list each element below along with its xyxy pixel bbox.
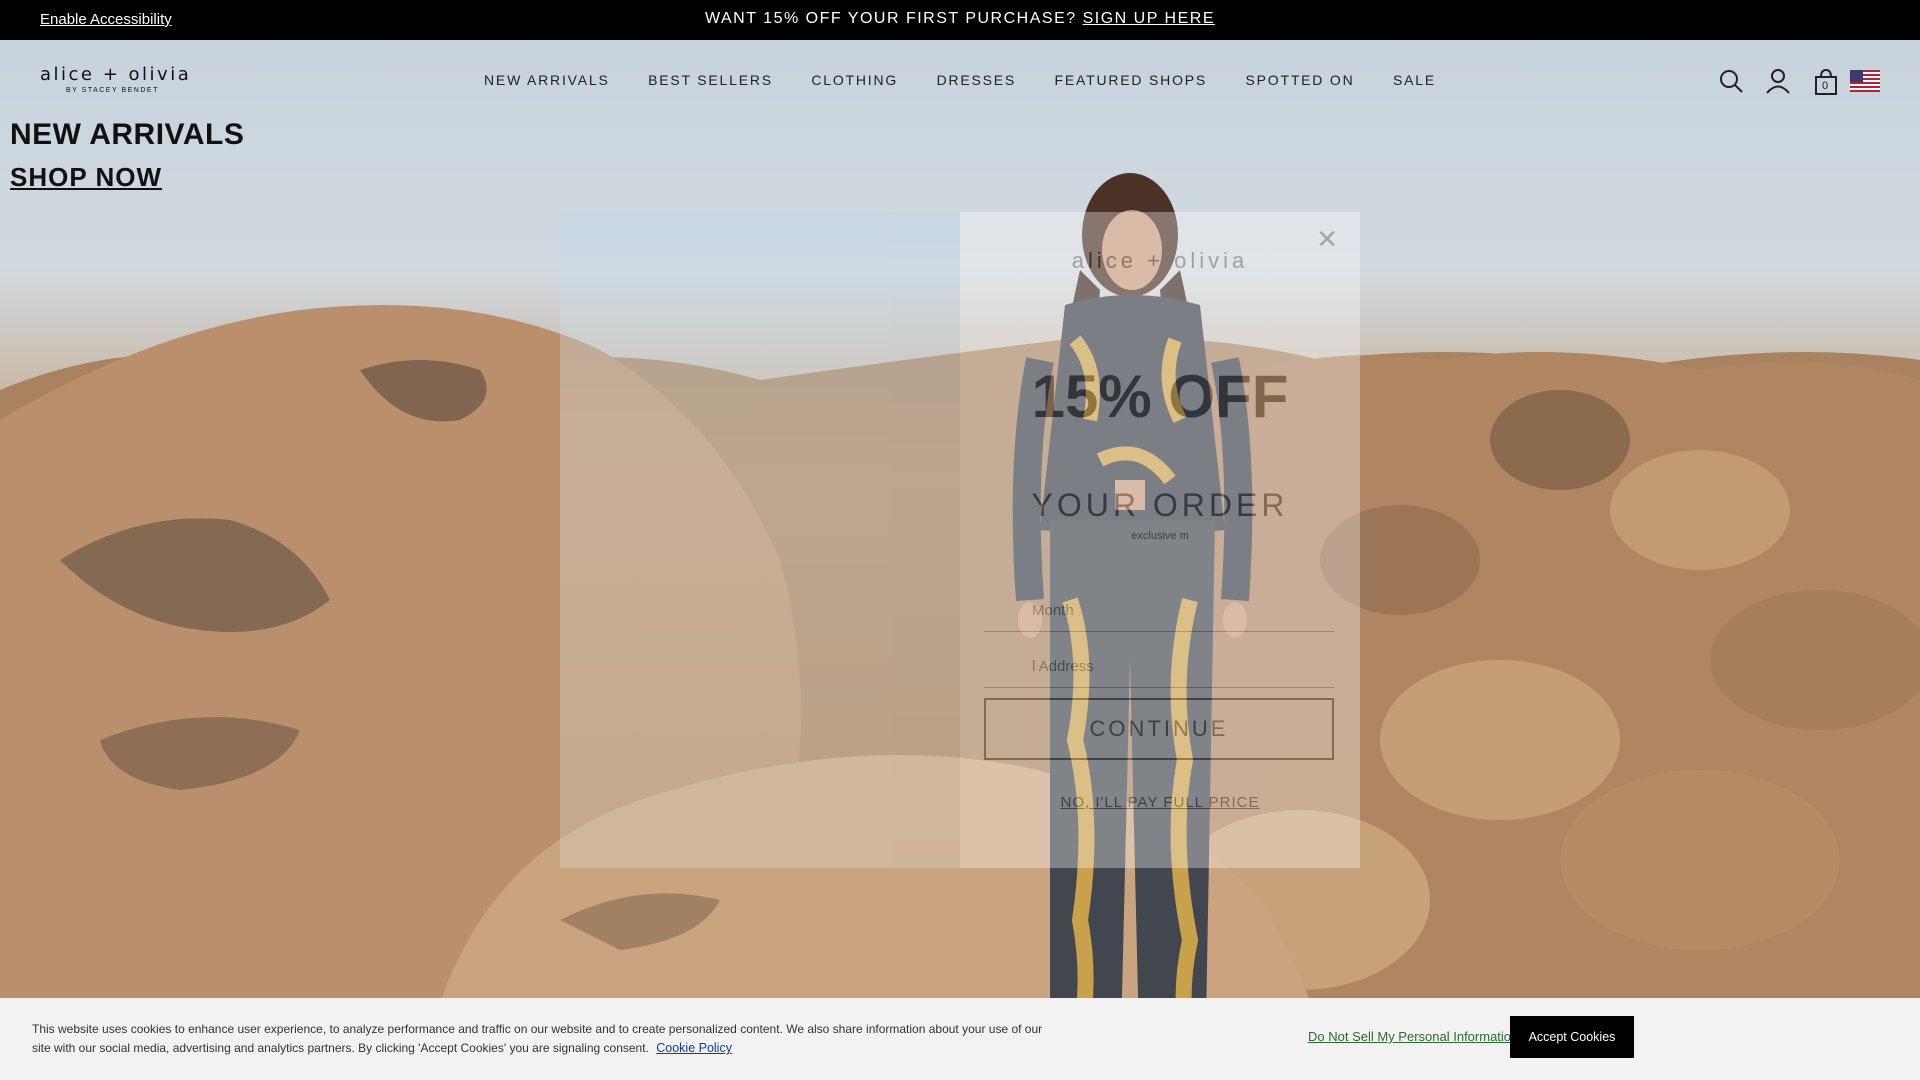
cookie-banner: This website uses cookies to enhance use… (0, 998, 1920, 1080)
hero-text: NEW ARRIVALS SHOP NOW (10, 118, 244, 193)
account-icon[interactable] (1765, 68, 1791, 99)
cart-count: 0 (1822, 80, 1829, 92)
cookie-text: This website uses cookies to enhance use… (32, 1020, 1062, 1058)
continue-button[interactable]: CONTINUE (984, 698, 1334, 760)
nav-dresses[interactable]: DRESSES (937, 72, 1017, 88)
shop-now-link[interactable]: SHOP NOW (10, 162, 244, 193)
cookie-policy-link[interactable]: Cookie Policy (656, 1041, 732, 1055)
modal-image (560, 212, 960, 868)
main-nav: NEW ARRIVALS BEST SELLERS CLOTHING DRESS… (0, 72, 1920, 90)
us-flag-icon[interactable] (1850, 70, 1880, 97)
hero-title: NEW ARRIVALS (10, 118, 245, 151)
nav-new-arrivals[interactable]: NEW ARRIVALS (484, 72, 610, 88)
cookie-message: This website uses cookies to enhance use… (32, 1022, 1043, 1055)
nav-spotted-on[interactable]: SPOTTED ON (1246, 72, 1355, 88)
signup-link[interactable]: SIGN UP HERE (1083, 10, 1215, 27)
promo-message: WANT 15% OFF YOUR FIRST PURCHASE? SIGN U… (0, 10, 1920, 28)
nav-sale[interactable]: SALE (1393, 72, 1436, 88)
decline-link[interactable]: NO, I'LL PAY FULL PRICE (960, 794, 1360, 811)
nav-featured-shops[interactable]: FEATURED SHOPS (1055, 72, 1208, 88)
email-field[interactable]: l Address (984, 644, 1334, 688)
accept-cookies-button[interactable]: Accept Cookies (1510, 1016, 1634, 1058)
nav-clothing[interactable]: CLOTHING (811, 72, 898, 88)
cart-icon[interactable]: 0 (1812, 68, 1840, 101)
site-header: alice + olivia BY STACEY BENDET NEW ARRI… (0, 40, 1920, 120)
modal-small-text: exclusive m (1131, 530, 1189, 542)
nav-best-sellers[interactable]: BEST SELLERS (648, 72, 773, 88)
modal-content: ✕ alice + olivia 15% OFF YOUR ORDER excl… (960, 212, 1360, 868)
modal-subheadline: YOUR ORDER (1031, 487, 1289, 523)
signup-modal: ✕ alice + olivia 15% OFF YOUR ORDER excl… (560, 212, 1360, 868)
promo-text: WANT 15% OFF YOUR FIRST PURCHASE? (705, 10, 1077, 27)
birth-month-field[interactable]: Month (984, 588, 1334, 632)
do-not-sell-link[interactable]: Do Not Sell My Personal Information (1308, 1029, 1518, 1044)
modal-logo: alice + olivia (1071, 248, 1249, 273)
search-icon[interactable] (1718, 68, 1744, 99)
modal-headline: 15% OFF (1031, 363, 1289, 430)
promo-bar: Enable Accessibility WANT 15% OFF YOUR F… (0, 0, 1920, 40)
